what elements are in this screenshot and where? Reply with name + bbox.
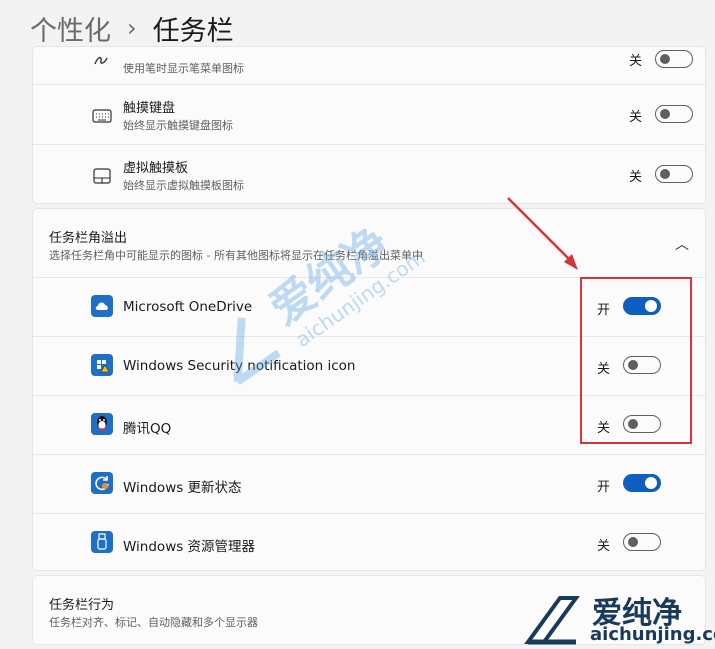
breadcrumb-separator: ›: [127, 14, 137, 42]
toggle-knob: [645, 477, 657, 489]
touchpad-icon: [91, 165, 113, 187]
windows-explorer-state: 关: [597, 539, 611, 554]
touch-keyboard-state: 关: [629, 110, 643, 125]
touch-keyboard-subtitle: 始终显示触摸键盘图标: [123, 119, 233, 132]
overflow-title: 任务栏角溢出: [49, 231, 128, 246]
pen-menu-row: 使用笔时显示笔菜单图标 关: [33, 47, 705, 84]
behaviors-title: 任务栏行为: [49, 598, 115, 613]
touch-keyboard-toggle[interactable]: [655, 105, 693, 123]
virtual-touchpad-title: 虚拟触摸板: [123, 161, 189, 176]
toggle-knob: [660, 169, 670, 179]
pen-menu-toggle[interactable]: [655, 50, 693, 68]
page-title: 任务栏: [152, 15, 234, 47]
corner-watermark-domain: aichunjing.com: [590, 624, 715, 645]
onedrive-icon: [91, 295, 113, 317]
windows-update-icon: [91, 472, 113, 494]
usb-explorer-icon: [91, 531, 113, 553]
qq-icon: [91, 413, 113, 435]
qq-label: 腾讯QQ: [123, 421, 172, 437]
toggle-knob: [660, 54, 670, 64]
pen-icon: [91, 49, 113, 71]
overflow-item-windows-update: Windows 更新状态 开: [33, 455, 705, 513]
virtual-touchpad-state: 关: [629, 170, 643, 185]
windows-update-state: 开: [597, 480, 611, 495]
windows-update-toggle[interactable]: [623, 474, 661, 492]
windows-explorer-label: Windows 资源管理器: [123, 539, 256, 555]
breadcrumb: 个性化 › 任务栏: [30, 8, 234, 48]
corner-logo-icon: [524, 596, 580, 645]
behaviors-description: 任务栏对齐、标记、自动隐藏和多个显示器: [49, 616, 258, 629]
chevron-up-icon[interactable]: ︿: [675, 234, 689, 254]
pen-menu-subtitle: 使用笔时显示笔菜单图标: [123, 62, 244, 75]
toggle-knob: [660, 109, 670, 119]
toggle-knob: [628, 537, 638, 547]
keyboard-icon: [91, 105, 113, 127]
breadcrumb-parent[interactable]: 个性化: [30, 9, 111, 48]
touch-keyboard-row: 触摸键盘 始终显示触摸键盘图标 关: [33, 85, 705, 143]
windows-explorer-toggle[interactable]: [623, 533, 661, 551]
virtual-touchpad-subtitle: 始终显示虚拟触摸板图标: [123, 179, 244, 192]
windows-security-icon: [91, 354, 113, 376]
overflow-item-windows-explorer: Windows 资源管理器 关: [33, 514, 705, 571]
windows-update-label: Windows 更新状态: [123, 480, 242, 496]
corner-watermark: 爱纯净 aichunjing.com: [514, 590, 715, 648]
touch-keyboard-title: 触摸键盘: [123, 101, 176, 116]
annotation-highlight-box: [580, 277, 692, 444]
virtual-touchpad-toggle[interactable]: [655, 165, 693, 183]
pen-menu-state: 关: [629, 54, 643, 69]
